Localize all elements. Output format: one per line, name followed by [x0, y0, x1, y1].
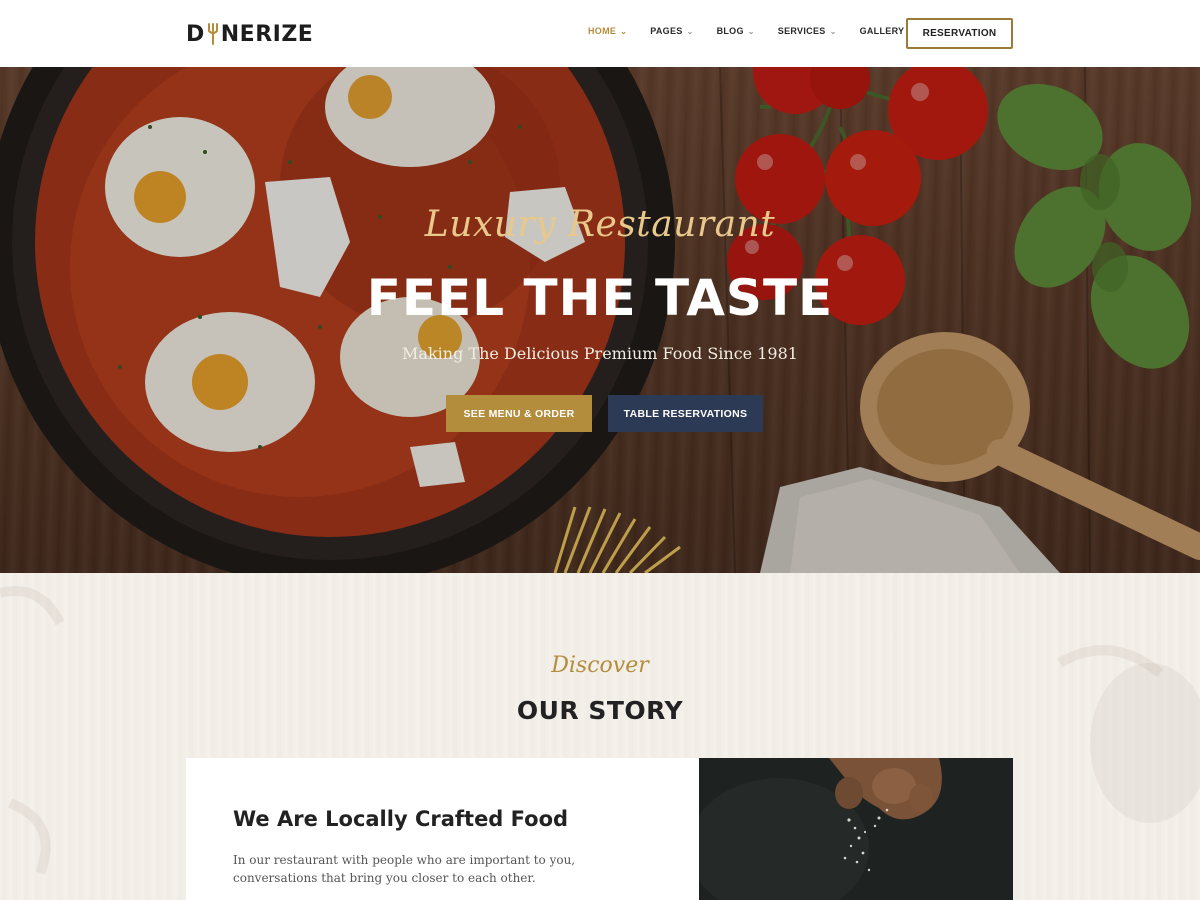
hero-subtitle: Making The Delicious Premium Food Since …: [402, 344, 798, 363]
chevron-down-icon: ⌄: [620, 26, 628, 36]
story-card-text: In our restaurant with people who are im…: [233, 853, 576, 885]
main-nav: HOME ⌄ PAGES ⌄ BLOG ⌄ SERVICES ⌄ GALLERY…: [588, 26, 938, 36]
nav-item-label: SERVICES: [777, 26, 826, 36]
nav-item-pages[interactable]: PAGES ⌄: [650, 26, 693, 36]
fork-icon: [207, 23, 218, 45]
seasoning-hand-image: [699, 758, 1013, 900]
nav-item-label: BLOG: [716, 26, 744, 36]
nav-item-label: PAGES: [650, 26, 683, 36]
reservation-button[interactable]: RESERVATION: [906, 18, 1013, 49]
hero-script-heading: Luxury Restaurant: [424, 204, 776, 245]
nav-item-label: HOME: [588, 26, 617, 36]
chevron-down-icon: ⌄: [829, 26, 837, 36]
chevron-down-icon: ⌄: [686, 26, 694, 36]
story-script-heading: Discover: [551, 653, 649, 678]
see-menu-button[interactable]: SEE MENU & ORDER: [446, 395, 592, 432]
nav-item-home[interactable]: HOME ⌄: [588, 26, 627, 36]
logo-text-end: NERIZE: [220, 21, 314, 47]
story-card-title: We Are Locally Crafted Food: [233, 807, 569, 831]
hero-banner: Luxury Restaurant FEEL THE TASTE Making …: [0, 67, 1200, 573]
hero-title: FEEL THE TASTE: [366, 269, 834, 327]
chevron-down-icon: ⌄: [747, 26, 755, 36]
story-card: We Are Locally Crafted Food In our resta…: [186, 758, 699, 900]
nav-item-blog[interactable]: BLOG ⌄: [717, 26, 755, 36]
nav-item-label: GALLERY: [859, 26, 905, 36]
table-reservations-button[interactable]: TABLE RESERVATIONS: [608, 395, 763, 432]
our-story-section: Discover OUR STORY We Are Locally Crafte…: [0, 573, 1200, 900]
logo-text-start: D: [186, 21, 205, 47]
site-logo[interactable]: D NERIZE: [186, 21, 313, 47]
site-header: D NERIZE HOME ⌄ PAGES ⌄ BLOG ⌄ SERVICES …: [0, 0, 1200, 67]
story-photo: [699, 758, 1013, 900]
nav-item-services[interactable]: SERVICES ⌄: [778, 26, 837, 36]
story-title: OUR STORY: [516, 696, 684, 725]
